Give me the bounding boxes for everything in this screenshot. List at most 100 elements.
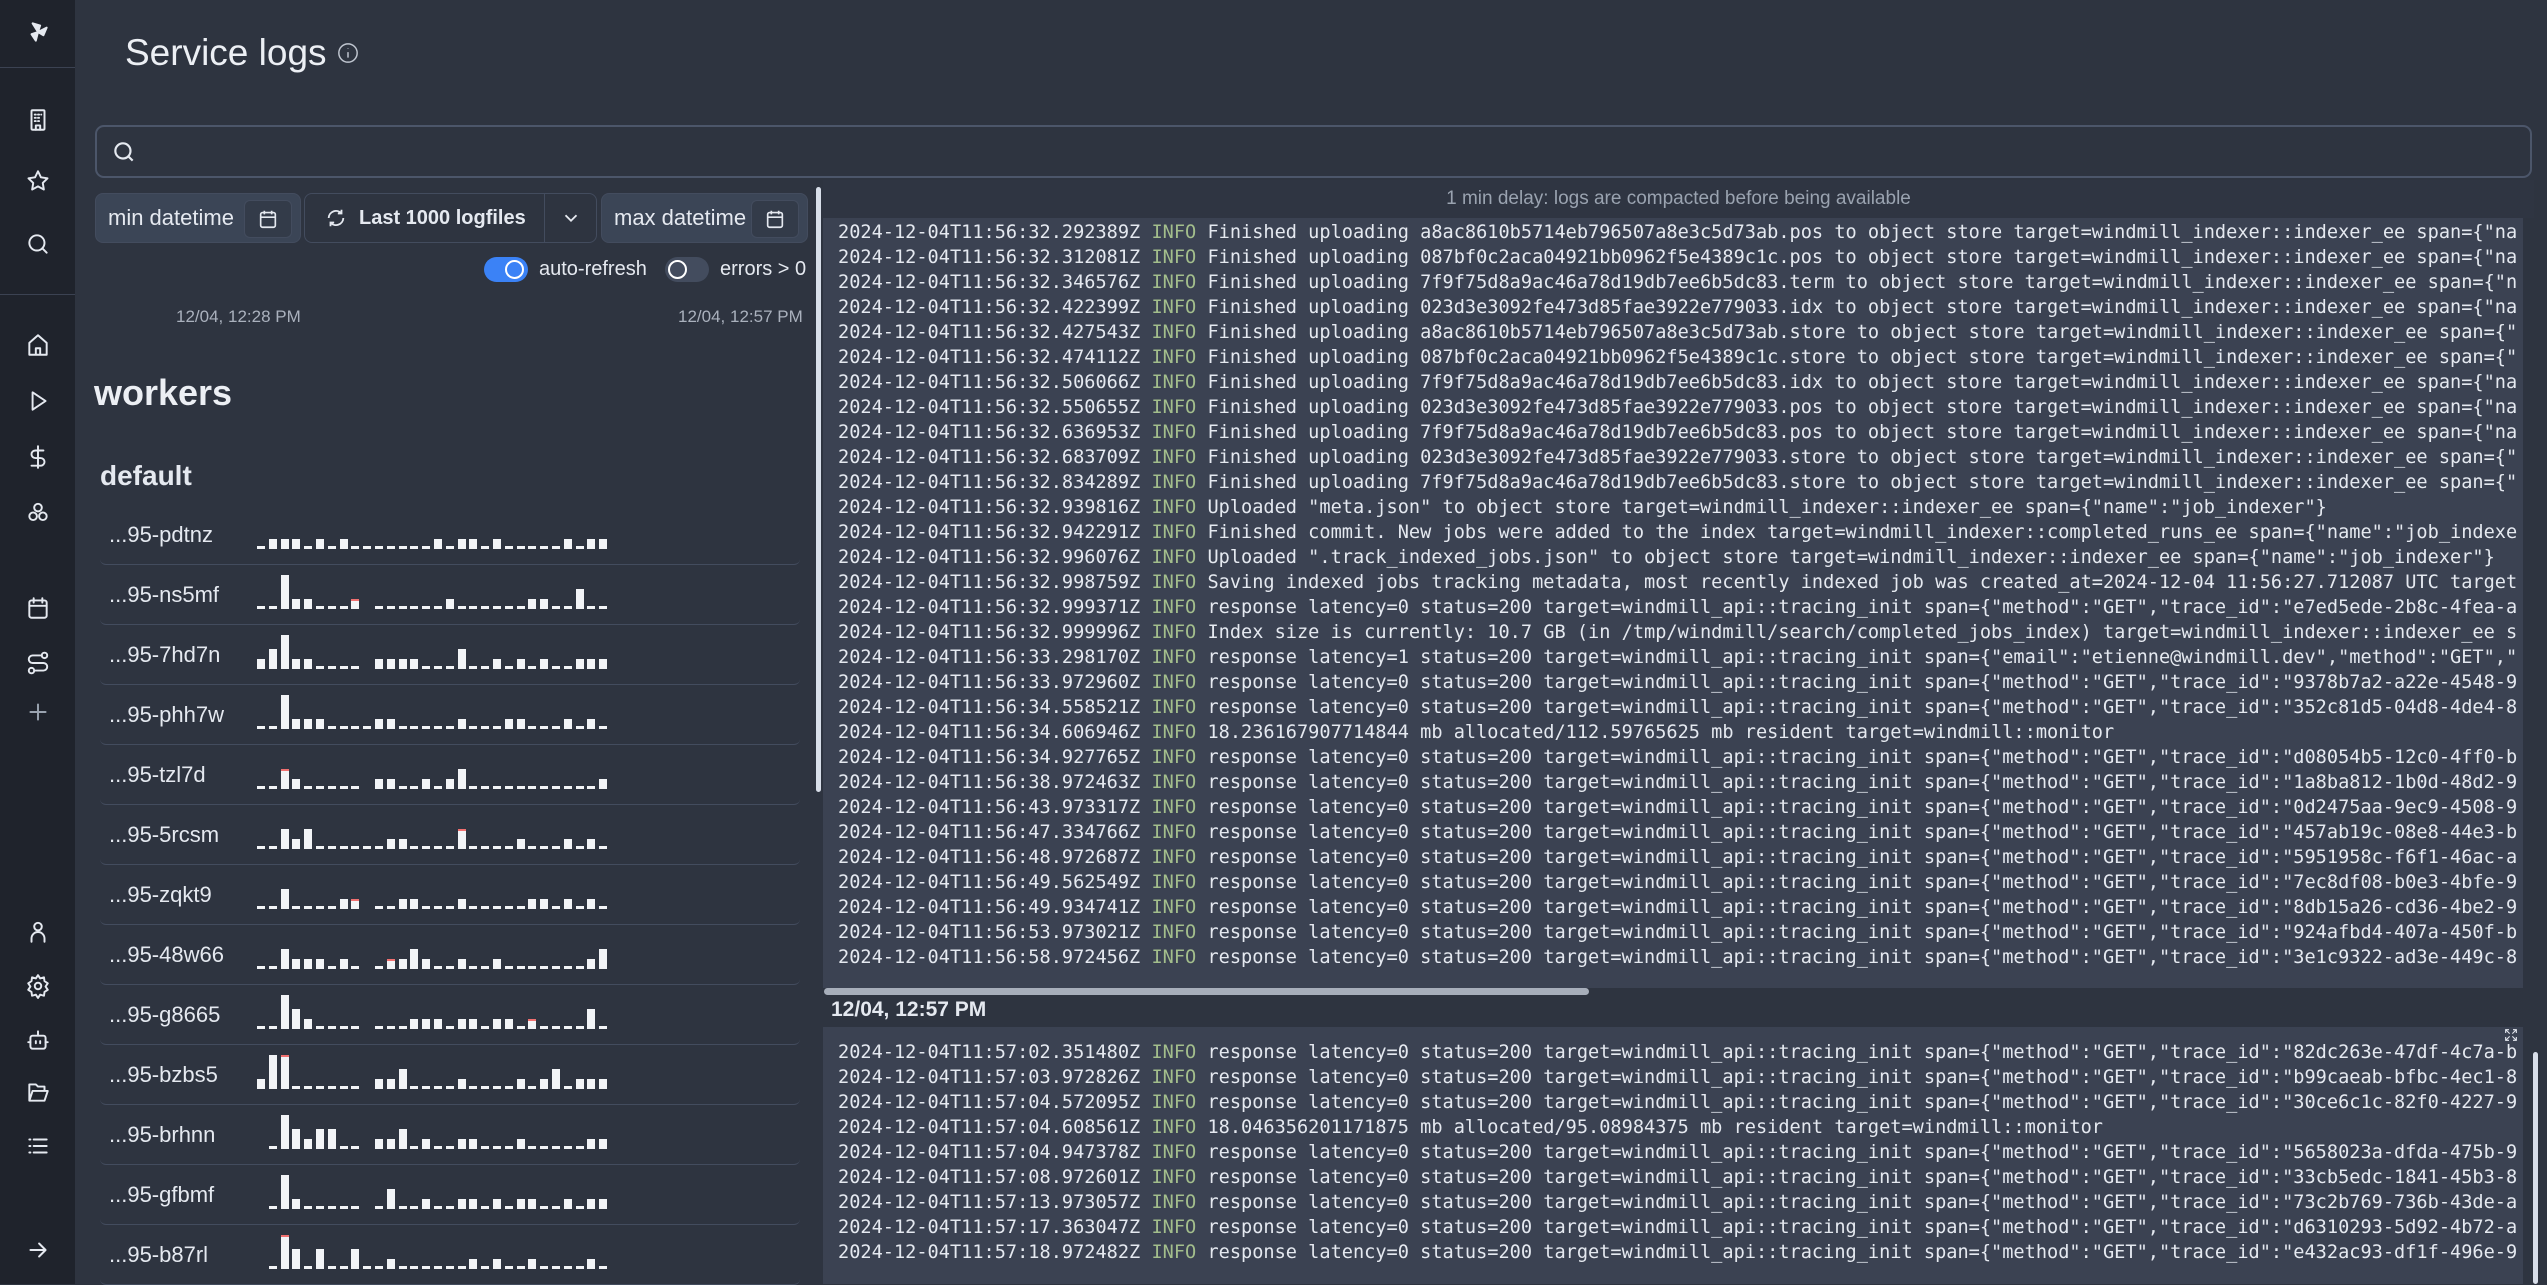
activity-bar[interactable] (552, 1206, 560, 1209)
activity-bar[interactable] (351, 786, 360, 789)
activity-bar[interactable] (552, 726, 560, 729)
activity-bar[interactable] (410, 659, 419, 669)
activity-bar[interactable] (587, 606, 596, 609)
activity-bar[interactable] (410, 1086, 419, 1089)
activity-bar[interactable] (351, 666, 360, 669)
activity-bar[interactable] (540, 1146, 549, 1149)
activity-bar[interactable] (469, 906, 478, 909)
activity-bar[interactable] (363, 546, 372, 549)
activity-bar[interactable] (434, 726, 442, 729)
activity-bar[interactable] (528, 1199, 537, 1209)
activity-bar[interactable] (327, 1129, 336, 1149)
activity-bar[interactable] (292, 779, 301, 789)
activity-bar[interactable] (540, 599, 549, 609)
activity-bar[interactable] (257, 1079, 265, 1089)
activity-bar[interactable] (457, 1139, 466, 1149)
activity-bar[interactable] (481, 1026, 490, 1029)
worker-row[interactable]: ...95-bzbs5 (100, 1045, 800, 1105)
activity-bar[interactable] (422, 779, 431, 789)
activity-bar[interactable] (445, 1086, 454, 1089)
activity-bar[interactable] (481, 546, 490, 549)
activity-bar[interactable] (445, 846, 454, 849)
activity-bar[interactable] (587, 1079, 596, 1089)
activity-bar[interactable] (316, 1249, 324, 1269)
activity-bar[interactable] (292, 1009, 301, 1029)
activity-bar[interactable] (587, 959, 596, 969)
activity-bar[interactable] (398, 1266, 407, 1269)
activity-bar[interactable] (316, 606, 324, 609)
activity-bar[interactable] (375, 906, 383, 909)
activity-bar[interactable] (304, 1266, 313, 1269)
activity-bar[interactable] (363, 1266, 372, 1269)
activity-bar[interactable] (540, 1079, 549, 1089)
activity-bar[interactable] (599, 906, 608, 909)
activity-bar[interactable] (516, 906, 525, 909)
activity-bar[interactable] (575, 786, 584, 789)
activity-bar[interactable] (292, 719, 301, 729)
activity-bar[interactable] (469, 1139, 478, 1149)
activity-bar[interactable] (410, 846, 419, 849)
activity-bar[interactable] (540, 1266, 549, 1269)
activity-bar[interactable] (375, 659, 383, 669)
activity-bar[interactable] (386, 1259, 395, 1269)
activity-bar[interactable] (351, 1026, 360, 1029)
activity-bar[interactable] (339, 959, 348, 969)
activity-bar[interactable] (504, 666, 513, 669)
activity-bar[interactable] (339, 1206, 348, 1209)
activity-bar[interactable] (516, 659, 525, 669)
worker-row[interactable]: ...95-g8665 (100, 985, 800, 1045)
activity-bar[interactable] (280, 575, 289, 609)
activity-bar[interactable] (516, 1266, 525, 1269)
building-icon[interactable] (0, 100, 75, 140)
activity-bar[interactable] (504, 719, 513, 729)
activity-bar[interactable] (504, 546, 513, 549)
activity-bar[interactable] (327, 786, 336, 789)
activity-bar[interactable] (339, 1086, 348, 1089)
windmill-logo[interactable] (0, 12, 75, 52)
activity-bar[interactable] (457, 1079, 466, 1089)
activity-bar[interactable] (339, 846, 348, 849)
activity-bar[interactable] (469, 666, 478, 669)
activity-bar[interactable] (575, 659, 584, 669)
activity-bar[interactable] (516, 546, 525, 549)
auto-refresh-toggle[interactable] (484, 257, 528, 282)
activity-bar[interactable] (469, 726, 478, 729)
activity-bar[interactable] (575, 589, 584, 609)
activity-bar[interactable] (457, 1199, 466, 1209)
activity-bar[interactable] (504, 786, 513, 789)
worker-row[interactable]: ...95-7hd7n (100, 625, 800, 685)
activity-bar[interactable] (268, 846, 277, 849)
activity-bar[interactable] (528, 599, 537, 609)
activity-bar[interactable] (504, 1206, 513, 1209)
activity-bar[interactable] (457, 539, 466, 549)
activity-bar[interactable] (339, 666, 348, 669)
search-input[interactable] (147, 140, 2530, 163)
activity-bar[interactable] (528, 846, 537, 849)
activity-bar[interactable] (516, 1139, 525, 1149)
gear-icon[interactable] (0, 966, 75, 1006)
activity-bar[interactable] (316, 1086, 324, 1089)
activity-bar[interactable] (292, 599, 301, 609)
activity-bar[interactable] (316, 1026, 324, 1029)
activity-bar[interactable] (434, 539, 442, 549)
activity-bar[interactable] (280, 889, 289, 909)
activity-bar[interactable] (540, 899, 549, 909)
activity-bar[interactable] (268, 726, 277, 729)
activity-bar[interactable] (599, 606, 608, 609)
activity-bar[interactable] (481, 1086, 490, 1089)
activity-bar[interactable] (398, 959, 407, 969)
worker-row[interactable]: ...95-gfbmf (100, 1165, 800, 1225)
route-icon[interactable] (0, 643, 75, 683)
expand-icon[interactable] (2503, 1027, 2519, 1043)
activity-bar[interactable] (292, 959, 301, 969)
activity-bar[interactable] (257, 606, 265, 609)
activity-bar[interactable] (445, 906, 454, 909)
log-horizontal-scrollbar[interactable] (824, 988, 1589, 995)
play-icon[interactable] (0, 381, 75, 421)
activity-bar[interactable] (540, 966, 549, 969)
activity-bar[interactable] (481, 1206, 490, 1209)
activity-bar[interactable] (304, 546, 313, 549)
activity-bar[interactable] (327, 1026, 336, 1029)
activity-bar[interactable] (575, 546, 584, 549)
activity-bar[interactable] (445, 1266, 454, 1269)
